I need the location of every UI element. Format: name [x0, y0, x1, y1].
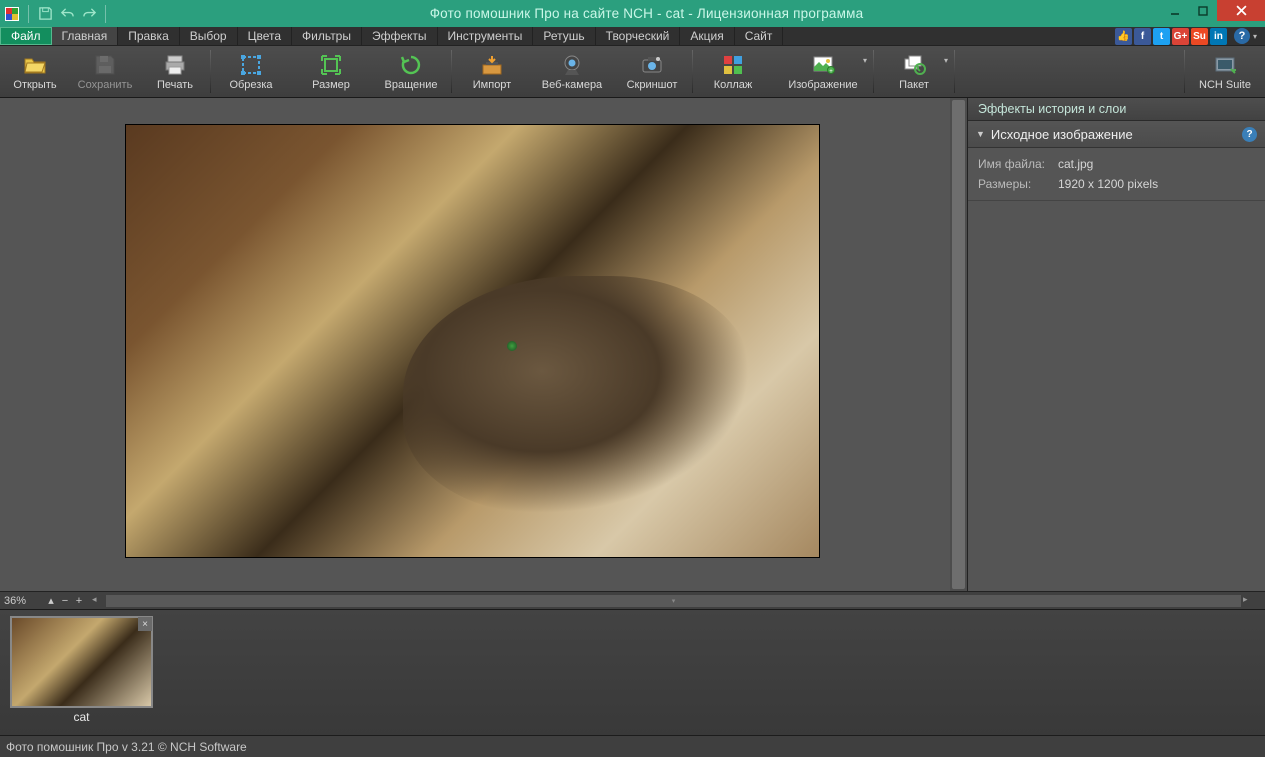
thumbnail-image[interactable]: × — [10, 616, 153, 708]
status-text: Фото помошник Про v 3.21 © NCH Software — [6, 740, 247, 754]
crop-button[interactable]: Обрезка — [211, 46, 291, 97]
thumbnail-label: cat — [10, 708, 153, 724]
linkedin-icon[interactable]: in — [1210, 28, 1227, 45]
twitter-icon[interactable]: t — [1153, 28, 1170, 45]
menubar: Файл Главная Правка Выбор Цвета Фильтры … — [0, 27, 1265, 46]
menu-creative[interactable]: Творческий — [596, 27, 681, 45]
scrollbar-thumb[interactable]: ▾ — [106, 595, 1241, 607]
save-button[interactable]: Сохранить — [70, 46, 140, 97]
maximize-button[interactable] — [1189, 0, 1217, 21]
source-image-section-header[interactable]: ▼ Исходное изображение ? — [968, 121, 1265, 148]
main-area: Эффекты история и слои ▼ Исходное изобра… — [0, 98, 1265, 591]
info-icon[interactable]: ? — [1242, 127, 1257, 142]
social-buttons: 👍 f t G+ Su in ? ▾ — [1115, 27, 1265, 45]
dimensions-value: 1920 x 1200 pixels — [1058, 177, 1158, 191]
canvas-image[interactable] — [126, 125, 819, 557]
menu-tools[interactable]: Инструменты — [438, 27, 534, 45]
source-image-details: Имя файла: cat.jpg Размеры: 1920 x 1200 … — [968, 148, 1265, 200]
batch-button[interactable]: Пакет — [874, 46, 954, 97]
dimensions-label: Размеры: — [978, 177, 1058, 191]
main-toolbar: Открыть Сохранить Печать Обрезка Размер … — [0, 46, 1265, 98]
thumbnail-close-icon[interactable]: × — [138, 617, 152, 631]
menu-file[interactable]: Файл — [0, 27, 52, 45]
scroll-right-arrow[interactable]: ▸ — [1243, 594, 1255, 605]
filename-label: Имя файла: — [978, 157, 1058, 171]
webcam-button[interactable]: Веб-камера — [532, 46, 612, 97]
filename-value: cat.jpg — [1058, 157, 1093, 171]
window-controls — [1161, 0, 1265, 21]
menu-edit[interactable]: Правка — [118, 27, 180, 45]
menu-filters[interactable]: Фильтры — [292, 27, 362, 45]
panel-empty-area — [968, 200, 1265, 591]
svg-text:+: + — [829, 69, 833, 75]
thumbnail-strip: × cat — [0, 609, 1265, 735]
menu-retouch[interactable]: Ретушь — [533, 27, 595, 45]
chevron-down-icon: ▼ — [976, 129, 985, 139]
screenshot-button[interactable]: Скриншот — [612, 46, 692, 97]
resize-button[interactable]: Размер — [291, 46, 371, 97]
rotate-button[interactable]: Вращение — [371, 46, 451, 97]
open-button[interactable]: Открыть — [0, 46, 70, 97]
titlebar: Фото помошник Про на сайте NCH - cat - Л… — [0, 0, 1265, 27]
nch-suite-button[interactable]: NCH Suite — [1185, 46, 1265, 97]
zoom-up-button[interactable]: ▴ — [44, 594, 58, 607]
canvas-wrapper — [0, 98, 950, 591]
like-icon[interactable]: 👍 — [1115, 28, 1132, 45]
menu-promo[interactable]: Акция — [680, 27, 734, 45]
zoom-bar: 36% ▴ − + ◂ ▾ ▸ — [0, 591, 1265, 609]
help-icon[interactable]: ? — [1234, 28, 1250, 44]
scroll-left-arrow[interactable]: ◂ — [92, 594, 104, 605]
minimize-button[interactable] — [1161, 0, 1189, 21]
print-button[interactable]: Печать — [140, 46, 210, 97]
menu-select[interactable]: Выбор — [180, 27, 238, 45]
app-icon — [4, 6, 20, 22]
menu-colors[interactable]: Цвета — [238, 27, 292, 45]
image-button[interactable]: + Изображение — [773, 46, 873, 97]
zoom-out-button[interactable]: − — [58, 595, 72, 607]
undo-icon[interactable] — [59, 6, 75, 22]
close-button[interactable] — [1217, 0, 1265, 21]
stumble-icon[interactable]: Su — [1191, 28, 1208, 45]
window-title: Фото помошник Про на сайте NCH - cat - Л… — [108, 6, 1265, 21]
side-panels: Эффекты история и слои ▼ Исходное изобра… — [967, 98, 1265, 591]
zoom-percent: 36% — [4, 595, 44, 607]
facebook-icon[interactable]: f — [1134, 28, 1151, 45]
effects-history-panel-header: Эффекты история и слои — [968, 98, 1265, 121]
import-button[interactable]: Импорт — [452, 46, 532, 97]
menu-effects[interactable]: Эффекты — [362, 27, 438, 45]
separator — [28, 5, 29, 23]
statusbar: Фото помошник Про v 3.21 © NCH Software — [0, 735, 1265, 757]
redo-icon[interactable] — [81, 6, 97, 22]
zoom-in-button[interactable]: + — [72, 595, 86, 607]
horizontal-scrollbar[interactable]: ◂ ▾ ▸ — [92, 594, 1255, 608]
menu-site[interactable]: Сайт — [735, 27, 784, 45]
thumbnail-card[interactable]: × cat — [10, 616, 153, 729]
canvas-viewport[interactable] — [0, 98, 950, 591]
help-dropdown-arrow[interactable]: ▾ — [1253, 32, 1257, 41]
quick-access-toolbar — [0, 5, 108, 23]
separator — [105, 5, 106, 23]
quick-save-icon[interactable] — [37, 6, 53, 22]
collage-button[interactable]: Коллаж — [693, 46, 773, 97]
gplus-icon[interactable]: G+ — [1172, 28, 1189, 45]
menu-main[interactable]: Главная — [52, 27, 119, 45]
vertical-scrollbar[interactable] — [950, 98, 967, 591]
